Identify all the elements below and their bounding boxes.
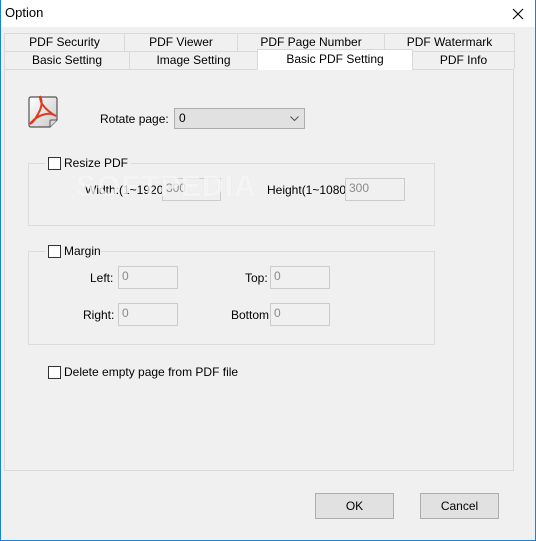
left-input[interactable]: 0: [118, 266, 178, 289]
close-button[interactable]: [501, 0, 535, 27]
resize-pdf-checkbox[interactable]: [48, 157, 61, 170]
ok-button[interactable]: OK: [315, 493, 394, 519]
tab-basic-setting[interactable]: Basic Setting: [4, 51, 130, 69]
cancel-button[interactable]: Cancel: [420, 493, 499, 519]
title-bar: Option: [1, 0, 535, 27]
rotate-page-label: Rotate page:: [100, 112, 169, 126]
resize-pdf-label: Resize PDF: [64, 156, 129, 170]
tab-image-setting[interactable]: Image Setting: [129, 51, 258, 69]
delete-empty-page-label: Delete empty page from PDF file: [64, 365, 239, 379]
tab-pdf-viewer[interactable]: PDF Viewer: [124, 33, 238, 51]
tab-pdf-security[interactable]: PDF Security: [4, 33, 125, 51]
tab-pdf-info[interactable]: PDF Info: [412, 51, 515, 69]
right-input[interactable]: 0: [118, 303, 178, 326]
margin-label: Margin: [64, 244, 101, 258]
pdf-document-icon: [26, 94, 60, 130]
width-label: Width:(1~1920): [85, 183, 168, 197]
rotate-page-select[interactable]: 0: [174, 108, 305, 129]
top-label: Top:: [245, 271, 268, 285]
margin-checkbox[interactable]: [48, 245, 61, 258]
left-label: Left:: [90, 271, 114, 285]
rotate-page-value: 0: [179, 111, 186, 125]
bottom-label: Bottom:: [231, 308, 273, 322]
delete-empty-page-checkbox[interactable]: [48, 366, 61, 379]
width-input[interactable]: 300: [162, 178, 221, 201]
close-icon: [512, 8, 524, 19]
height-label: Height(1~1080): [267, 183, 351, 197]
top-input[interactable]: 0: [270, 266, 330, 289]
margin-group: [28, 251, 435, 345]
chevron-down-icon: [290, 116, 299, 122]
window-title: Option: [5, 5, 44, 20]
height-input[interactable]: 300: [345, 178, 405, 201]
tab-basic-pdf-setting[interactable]: Basic PDF Setting: [257, 49, 413, 70]
option-dialog: Option PDF Security PDF Viewer PDF Page …: [0, 0, 536, 541]
bottom-input[interactable]: 0: [270, 303, 330, 326]
right-label: Right:: [83, 308, 115, 322]
